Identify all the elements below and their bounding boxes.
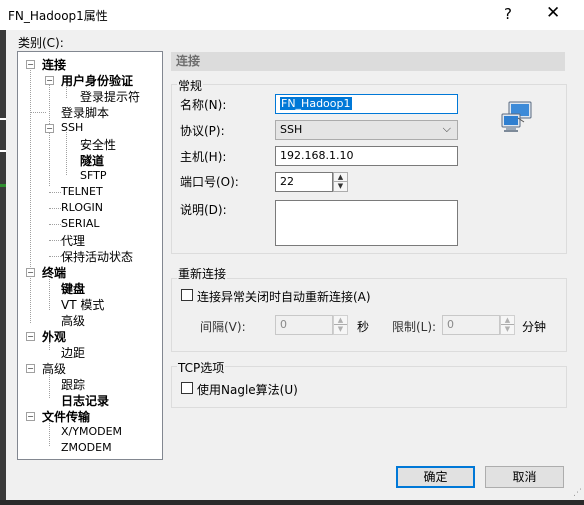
- reconnect-group-title: 重新连接: [177, 265, 228, 282]
- tree-item-sftp[interactable]: SFTP: [80, 169, 106, 182]
- interval-stepper[interactable]: ▲ ▼: [333, 315, 348, 335]
- tree-item-margin[interactable]: 边距: [61, 344, 85, 361]
- tree-item-ssh[interactable]: SSH: [61, 121, 83, 134]
- nagle-checkbox[interactable]: [181, 382, 193, 394]
- tree-item-login-prompt[interactable]: 登录提示符: [80, 88, 140, 105]
- limit-input[interactable]: 0: [442, 315, 500, 335]
- tree-item-security[interactable]: 安全性: [80, 136, 116, 153]
- tree-item-rlogin[interactable]: RLOGIN: [61, 201, 103, 214]
- cancel-button[interactable]: 取消: [485, 466, 564, 488]
- chevron-down-icon: ⌵: [442, 122, 451, 135]
- help-button[interactable]: ?: [504, 5, 512, 23]
- title-bar: FN_Hadoop1属性 ? ✕: [0, 0, 584, 30]
- tcp-options-title: TCP选项: [177, 359, 226, 376]
- protocol-label: 协议(P):: [180, 124, 225, 138]
- name-input-value: FN_Hadoop1: [280, 97, 352, 110]
- category-tree[interactable]: − − − − − − − 连接 用户身份验证 登录提示符 登录脚本 SSH 安…: [17, 51, 163, 460]
- tree-item-terminal-advanced[interactable]: 高级: [61, 312, 85, 329]
- tree-item-tunnel[interactable]: 隧道: [80, 152, 104, 169]
- collapse-auth-toggle[interactable]: −: [45, 76, 54, 85]
- collapse-ssh-toggle[interactable]: −: [45, 124, 54, 133]
- session-computer-icon: [500, 100, 536, 134]
- auto-reconnect-checkbox[interactable]: [181, 289, 193, 301]
- resize-grip-icon[interactable]: ⋰: [573, 488, 582, 498]
- tree-item-trace[interactable]: 跟踪: [61, 376, 85, 393]
- name-input[interactable]: FN_Hadoop1: [275, 94, 458, 114]
- interval-unit: 秒: [357, 320, 370, 334]
- interval-up-icon[interactable]: ▲: [334, 316, 347, 325]
- tree-item-serial[interactable]: SERIAL: [61, 217, 99, 230]
- interval-input[interactable]: 0: [275, 315, 333, 335]
- interval-down-icon[interactable]: ▼: [334, 325, 347, 334]
- host-input[interactable]: 192.168.1.10: [275, 146, 458, 166]
- port-stepper[interactable]: ▲ ▼: [333, 172, 348, 192]
- limit-unit: 分钟: [522, 320, 547, 334]
- limit-down-icon[interactable]: ▼: [501, 325, 514, 334]
- tree-item-advanced[interactable]: 高级: [42, 360, 66, 377]
- protocol-select-value: SSH: [280, 123, 303, 136]
- port-input-value: 22: [280, 175, 294, 188]
- window-title: FN_Hadoop1属性: [8, 9, 108, 23]
- tree-item-appearance[interactable]: 外观: [42, 328, 66, 345]
- general-group-title: 常规: [177, 77, 204, 94]
- interval-label: 间隔(V):: [200, 320, 246, 334]
- tree-item-vt-mode[interactable]: VT 模式: [61, 296, 104, 313]
- collapse-advanced-toggle[interactable]: −: [26, 364, 35, 373]
- protocol-select[interactable]: SSH ⌵: [275, 120, 458, 140]
- host-label: 主机(H):: [180, 150, 227, 164]
- tree-item-logging[interactable]: 日志记录: [61, 392, 109, 409]
- collapse-terminal-toggle[interactable]: −: [26, 268, 35, 277]
- tree-item-keepalive[interactable]: 保持活动状态: [61, 248, 133, 265]
- description-label: 说明(D):: [180, 203, 227, 217]
- tree-item-login-script[interactable]: 登录脚本: [61, 104, 109, 121]
- collapse-appearance-toggle[interactable]: −: [26, 332, 35, 341]
- tree-item-telnet[interactable]: TELNET: [61, 185, 103, 198]
- nagle-label: 使用Nagle算法(U): [197, 383, 298, 397]
- auto-reconnect-label: 连接异常关闭时自动重新连接(A): [197, 290, 371, 304]
- interval-value: 0: [280, 318, 287, 331]
- tree-item-proxy[interactable]: 代理: [61, 232, 85, 249]
- limit-label: 限制(L):: [392, 320, 437, 334]
- host-input-value: 192.168.1.10: [280, 149, 354, 162]
- section-header: 连接: [171, 52, 565, 71]
- limit-up-icon[interactable]: ▲: [501, 316, 514, 325]
- port-label: 端口号(O):: [180, 175, 239, 189]
- port-up-icon[interactable]: ▲: [334, 173, 347, 182]
- description-textarea[interactable]: [275, 200, 458, 246]
- background-window-edge: [0, 30, 6, 505]
- ok-button[interactable]: 确定: [396, 466, 475, 488]
- collapse-file-transfer-toggle[interactable]: −: [26, 412, 35, 421]
- close-button[interactable]: ✕: [546, 3, 560, 23]
- limit-value: 0: [447, 318, 454, 331]
- tree-item-keyboard[interactable]: 键盘: [61, 280, 85, 297]
- tree-item-zmodem[interactable]: ZMODEM: [61, 441, 112, 454]
- collapse-connection-toggle[interactable]: −: [26, 60, 35, 69]
- limit-stepper[interactable]: ▲ ▼: [500, 315, 515, 335]
- name-label: 名称(N):: [180, 98, 227, 112]
- tree-item-xymodem[interactable]: X/YMODEM: [61, 425, 122, 438]
- tree-item-file-transfer[interactable]: 文件传输: [42, 408, 90, 425]
- tree-item-auth[interactable]: 用户身份验证: [61, 72, 133, 89]
- port-down-icon[interactable]: ▼: [334, 182, 347, 191]
- port-input[interactable]: 22: [275, 172, 333, 192]
- background-window-edge-bottom: [0, 500, 584, 505]
- tree-item-terminal[interactable]: 终端: [42, 264, 66, 281]
- tree-item-connection[interactable]: 连接: [42, 56, 66, 73]
- category-label: 类别(C):: [18, 36, 64, 50]
